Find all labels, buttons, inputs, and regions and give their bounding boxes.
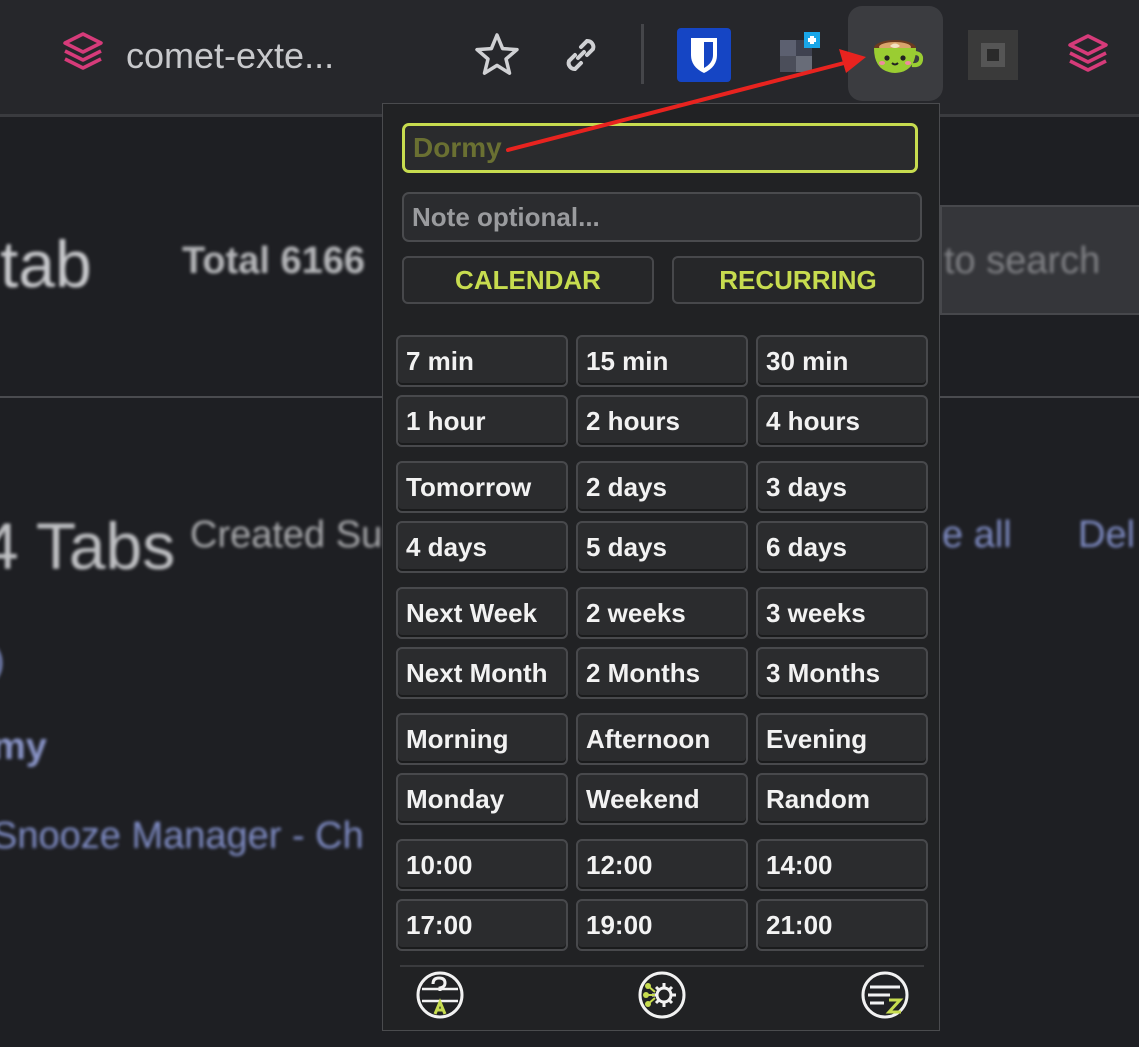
tab-title: comet-exte... (126, 35, 335, 76)
snooze-option[interactable]: 19:00 (576, 899, 748, 951)
snooze-option[interactable]: 30 min (756, 335, 928, 387)
snooze-option[interactable]: Afternoon (576, 713, 748, 765)
search-hint: to search (944, 240, 1101, 282)
snooze-option[interactable]: Evening (756, 713, 928, 765)
total-count: Total 6166 (182, 240, 366, 282)
layers-icon (60, 29, 106, 84)
select-all-link: e all (942, 514, 1012, 556)
created-label: Created Su (190, 514, 383, 556)
recurring-button[interactable]: RECURRING (672, 256, 924, 304)
snooze-option[interactable]: 15 min (576, 335, 748, 387)
active-extension-button[interactable] (848, 6, 943, 101)
extension-icon[interactable] (778, 30, 824, 76)
snooze-options-grid: 7 min 15 min 30 min 1 hour 2 hours 4 hou… (396, 335, 930, 951)
snooze-option[interactable]: 5 days (576, 521, 748, 573)
snooze-popup: CALENDAR RECURRING 7 min 15 min 30 min 1… (382, 103, 940, 1031)
snooze-option[interactable]: Next Week (396, 587, 568, 639)
toolbar-divider (641, 24, 644, 84)
snooze-option[interactable]: 2 weeks (576, 587, 748, 639)
snooze-option[interactable]: 12:00 (576, 839, 748, 891)
snooze-option[interactable]: 3 weeks (756, 587, 928, 639)
snooze-list-icon[interactable] (860, 970, 910, 1020)
coffee-cup-icon (868, 26, 924, 82)
snooze-option[interactable]: Morning (396, 713, 568, 765)
help-translate-icon[interactable] (415, 970, 465, 1020)
screenshot: comet-exte... tab Total 6166 to search 4… (0, 0, 1139, 1047)
snooze-option[interactable]: 17:00 (396, 899, 568, 951)
snooze-option[interactable]: 21:00 (756, 899, 928, 951)
calendar-button[interactable]: CALENDAR (402, 256, 654, 304)
snooze-option[interactable]: Tomorrow (396, 461, 568, 513)
snooze-option[interactable]: Next Month (396, 647, 568, 699)
background-item-name: my (0, 726, 47, 768)
snooze-option[interactable]: 6 days (756, 521, 928, 573)
snooze-option[interactable]: 4 hours (756, 395, 928, 447)
page-heading: tab (0, 227, 92, 301)
snooze-option[interactable]: 2 days (576, 461, 748, 513)
footer-divider (400, 965, 924, 967)
snooze-option[interactable]: 4 days (396, 521, 568, 573)
snooze-option[interactable]: 2 hours (576, 395, 748, 447)
note-input[interactable] (402, 192, 922, 242)
background-paren: ) (0, 640, 5, 683)
snooze-option[interactable]: 10:00 (396, 839, 568, 891)
browser-toolbar: comet-exte... (0, 0, 1139, 117)
delete-link: Del (1078, 514, 1136, 556)
snooze-option[interactable]: Random (756, 773, 928, 825)
settings-icon[interactable] (637, 970, 687, 1020)
snooze-option[interactable]: Weekend (576, 773, 748, 825)
snooze-option[interactable]: 7 min (396, 335, 568, 387)
snooze-option[interactable]: Monday (396, 773, 568, 825)
layers-icon[interactable] (1064, 30, 1112, 78)
snooze-option[interactable]: 1 hour (396, 395, 568, 447)
link-icon[interactable] (558, 32, 604, 78)
snooze-option[interactable]: 2 Months (576, 647, 748, 699)
bitwarden-icon[interactable] (677, 28, 731, 82)
extension-icon[interactable] (968, 30, 1018, 80)
snooze-option[interactable]: 14:00 (756, 839, 928, 891)
background-item-title: Snooze Manager - Ch (0, 815, 364, 857)
star-icon[interactable] (472, 30, 522, 80)
title-input[interactable] (402, 123, 918, 173)
snooze-option[interactable]: 3 days (756, 461, 928, 513)
browser-tab[interactable]: comet-exte... (60, 28, 334, 84)
tabs-heading: 4 Tabs (0, 509, 176, 583)
snooze-option[interactable]: 3 Months (756, 647, 928, 699)
